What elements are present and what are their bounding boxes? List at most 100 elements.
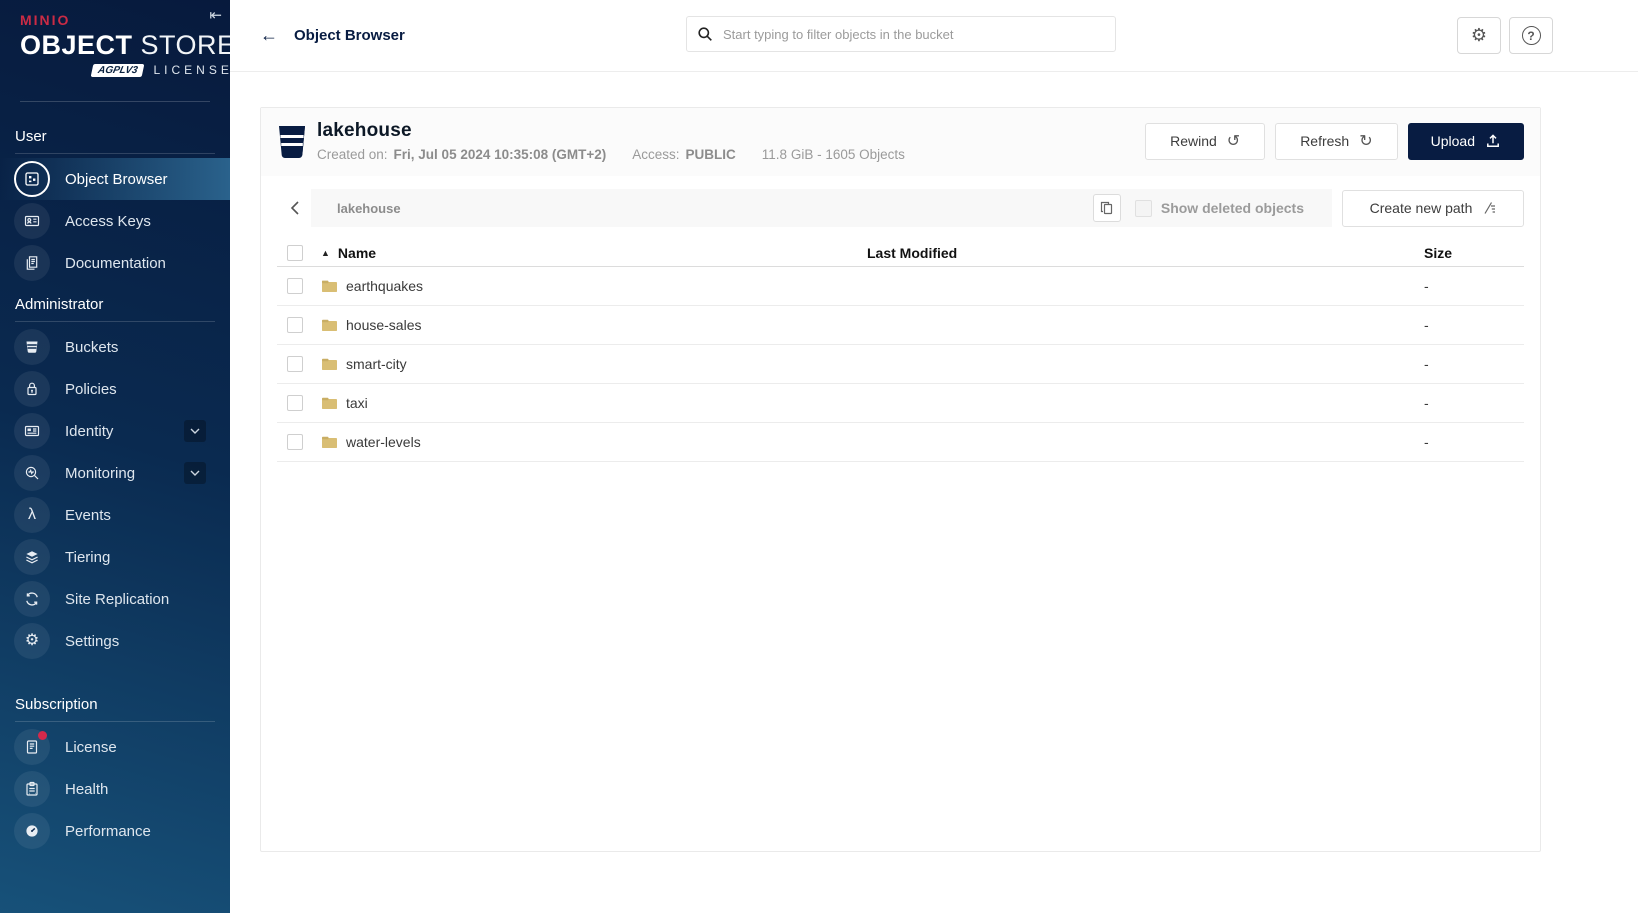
top-header: ← Object Browser ⚙ ? <box>230 0 1638 72</box>
license-label: LICENSE <box>153 63 233 77</box>
back-arrow-icon[interactable]: ← <box>260 25 278 46</box>
table-row-house-sales[interactable]: house-sales - <box>277 306 1524 345</box>
search-input[interactable] <box>723 26 1105 42</box>
sidebar-item-label: Tiering <box>65 548 111 566</box>
sidebar-item-health[interactable]: Health <box>0 768 230 810</box>
sidebar-item-label: Object Browser <box>65 170 168 188</box>
column-header-name[interactable]: ▲ Name <box>321 245 867 261</box>
section-label-administrator: Administrator <box>15 296 104 313</box>
search-box <box>686 16 1116 52</box>
show-deleted-checkbox[interactable] <box>1134 199 1152 217</box>
sidebar-item-identity[interactable]: Identity <box>0 410 230 452</box>
table-row-taxi[interactable]: taxi - <box>277 384 1524 423</box>
sidebar-item-settings[interactable]: ⚙ Settings <box>0 620 230 662</box>
sidebar-item-documentation[interactable]: Documentation <box>0 242 230 284</box>
row-checkbox[interactable] <box>287 356 303 372</box>
upload-icon <box>1487 134 1499 147</box>
row-checkbox[interactable] <box>287 278 303 294</box>
size-cell: - <box>1424 278 1429 294</box>
size-cell: - <box>1424 356 1429 372</box>
chevron-left-icon <box>290 201 299 215</box>
sidebar-item-label: Events <box>65 506 111 524</box>
bucket-actions: Rewind ↺ Refresh ↻ Upload <box>1145 122 1524 160</box>
gear-icon: ⚙ <box>1470 25 1488 45</box>
rewind-icon: ↺ <box>1226 133 1241 150</box>
logo-object: OBJECT <box>20 30 133 60</box>
bucket-header: lakehouse Created on: Fri, Jul 05 2024 1… <box>261 108 1540 176</box>
create-new-path-button[interactable]: Create new path <box>1342 189 1524 227</box>
page-title: Object Browser <box>294 27 405 44</box>
copy-icon <box>1101 201 1113 215</box>
sidebar-collapse-icon[interactable]: ⇤ <box>209 6 222 24</box>
help-button[interactable]: ? <box>1509 17 1553 54</box>
bucket-name: lakehouse <box>317 120 412 141</box>
tiering-icon <box>14 539 50 575</box>
sidebar-item-access-keys[interactable]: Access Keys <box>0 200 230 242</box>
select-all-checkbox[interactable] <box>287 244 303 261</box>
sidebar-item-monitoring[interactable]: Monitoring <box>0 452 230 494</box>
sidebar-item-site-replication[interactable]: Site Replication <box>0 578 230 620</box>
row-checkbox[interactable] <box>287 395 303 411</box>
sidebar-item-tiering[interactable]: Tiering <box>0 536 230 578</box>
sidebar: ⇤ MINIO OBJECT STORE AGPLV3 LICENSE User <box>0 0 235 913</box>
policies-icon <box>14 371 50 407</box>
object-name-cell[interactable]: house-sales <box>321 317 867 333</box>
row-checkbox[interactable] <box>287 434 303 450</box>
sidebar-item-events[interactable]: λ Events <box>0 494 230 536</box>
sidebar-item-label: Access Keys <box>65 212 151 230</box>
header-iconbar: ⚙ ? <box>1457 17 1553 54</box>
performance-icon <box>14 813 50 849</box>
object-name-cell[interactable]: taxi <box>321 395 867 411</box>
show-deleted-toggle[interactable]: Show deleted objects <box>1134 199 1304 217</box>
sidebar-item-label: Performance <box>65 822 151 840</box>
license-notification-dot <box>38 731 47 740</box>
sidebar-item-label: Documentation <box>65 254 166 272</box>
minio-console-window: ⇤ MINIO OBJECT STORE AGPLV3 LICENSE User <box>0 0 1638 913</box>
path-back-button[interactable] <box>277 189 311 227</box>
chevron-down-icon[interactable] <box>184 420 206 442</box>
created-value: Fri, Jul 05 2024 10:35:08 (GMT+2) <box>393 147 607 162</box>
sidebar-item-label: License <box>65 738 117 756</box>
upload-button[interactable]: Upload <box>1407 122 1524 160</box>
folder-icon <box>322 319 337 331</box>
rewind-button[interactable]: Rewind ↺ <box>1145 122 1266 160</box>
object-name: house-sales <box>346 317 422 333</box>
objects-table: ▲ Name Last Modified Size earthquakes - … <box>277 239 1524 462</box>
name-header-label: Name <box>337 244 377 261</box>
logo: MINIO OBJECT STORE AGPLV3 LICENSE <box>0 0 235 87</box>
copy-path-button[interactable] <box>1092 194 1121 222</box>
help-glyph: ? <box>1527 28 1535 43</box>
sidebar-item-performance[interactable]: Performance <box>0 810 230 852</box>
refresh-button[interactable]: Refresh ↻ <box>1275 122 1398 160</box>
bucket-titles: lakehouse Created on: Fri, Jul 05 2024 1… <box>317 120 905 162</box>
object-name-cell[interactable]: smart-city <box>321 356 867 372</box>
refresh-button-label: Refresh <box>1300 133 1350 149</box>
sidebar-item-label: Policies <box>65 380 117 398</box>
path-bar: lakehouse Show deleted objects <box>311 189 1332 227</box>
sidebar-item-policies[interactable]: Policies <box>0 368 230 410</box>
bucket-icon <box>279 126 305 158</box>
sidebar-item-buckets[interactable]: Buckets <box>0 326 230 368</box>
settings-gear-icon: ⚙ <box>14 623 50 659</box>
sidebar-item-object-browser[interactable]: Object Browser <box>0 158 230 200</box>
upload-button-label: Upload <box>1430 133 1475 149</box>
object-name: water-levels <box>346 434 421 450</box>
access-label: Access: <box>632 147 680 162</box>
size-cell: - <box>1424 434 1429 450</box>
object-name-cell[interactable]: water-levels <box>321 434 867 450</box>
row-checkbox[interactable] <box>287 317 303 333</box>
refresh-icon: ↻ <box>1359 133 1373 150</box>
sort-ascending-icon: ▲ <box>321 247 330 258</box>
bucket-stats: 11.8 GiB - 1605 Objects <box>761 147 905 162</box>
settings-button[interactable]: ⚙ <box>1457 17 1501 54</box>
health-icon <box>14 771 50 807</box>
sidebar-item-label: Health <box>65 780 109 798</box>
table-row-water-levels[interactable]: water-levels - <box>277 423 1524 462</box>
object-name-cell[interactable]: earthquakes <box>321 278 867 294</box>
created-label: Created on: <box>317 147 388 162</box>
table-row-smart-city[interactable]: smart-city - <box>277 345 1524 384</box>
chevron-down-icon[interactable] <box>184 462 206 484</box>
table-row-earthquakes[interactable]: earthquakes - <box>277 267 1524 306</box>
sidebar-item-license[interactable]: License <box>0 726 230 768</box>
path-row: lakehouse Show deleted objects Create ne… <box>277 189 1524 227</box>
